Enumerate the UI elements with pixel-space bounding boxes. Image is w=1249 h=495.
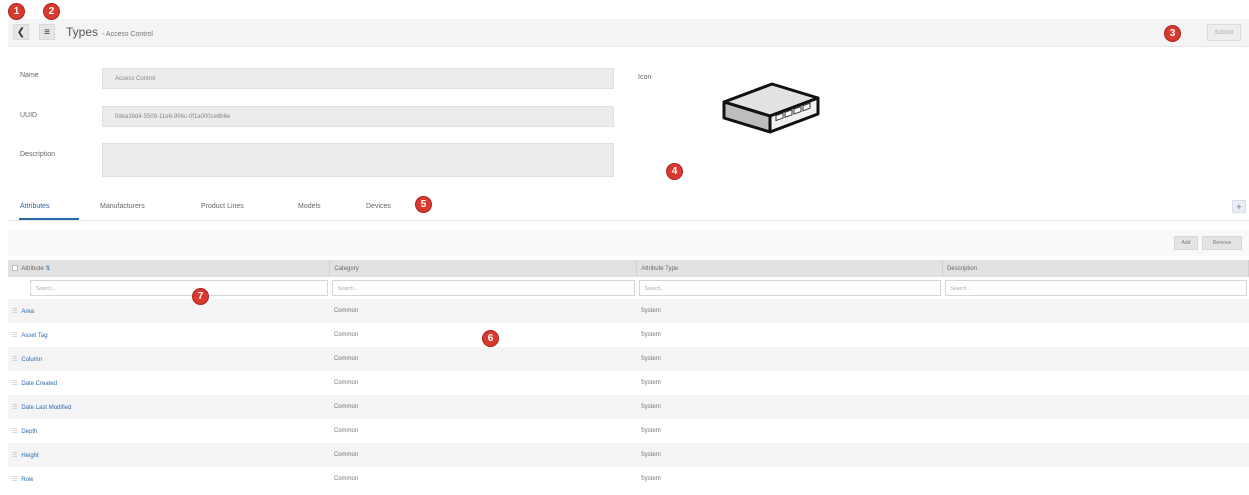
- category-cell: Common: [333, 380, 359, 386]
- description-cell: [943, 467, 1249, 491]
- row-drag-handle-icon[interactable]: ☰: [12, 428, 18, 435]
- tab-attributes[interactable]: Attributes: [20, 203, 50, 210]
- remove-button[interactable]: Remove: [1202, 236, 1242, 250]
- description-search-input[interactable]: Search...: [944, 280, 1247, 296]
- annotation-badge-7: 7: [193, 289, 208, 304]
- attribute-link[interactable]: Date Created: [21, 381, 57, 387]
- description-cell: [943, 371, 1249, 395]
- name-field[interactable]: Access Control: [102, 68, 614, 89]
- table-row[interactable]: ☰ Column Common System: [8, 347, 1249, 371]
- attribute-type-cell: System: [640, 332, 661, 338]
- table-row[interactable]: ☰ Height Common System: [8, 443, 1249, 467]
- column-header-attribute-type[interactable]: Attribute Type: [636, 260, 944, 277]
- uuid-label: UUID: [20, 112, 38, 119]
- icon-label: Icon: [638, 74, 652, 81]
- category-cell: Common: [329, 347, 637, 371]
- row-drag-handle-icon[interactable]: ☰: [12, 356, 18, 363]
- table-row[interactable]: ☰ Asset Tag Common System: [8, 323, 1249, 347]
- description-cell: [942, 443, 1249, 467]
- category-cell: Common: [329, 299, 637, 323]
- category-cell: Common: [333, 476, 359, 482]
- annotation-badge-1: 1: [9, 4, 24, 19]
- back-arrow-icon: ❮: [16, 26, 26, 38]
- back-button[interactable]: ❮: [13, 24, 29, 40]
- table-row[interactable]: ☰ Date Created Common System: [8, 371, 1249, 395]
- add-button[interactable]: Add: [1174, 236, 1198, 250]
- attribute-type-cell: System: [636, 395, 943, 419]
- attribute-link[interactable]: Date Last Modified: [21, 405, 71, 411]
- description-field[interactable]: [102, 143, 614, 177]
- row-drag-handle-icon[interactable]: ☰: [12, 476, 18, 483]
- active-tab-indicator: [19, 218, 79, 220]
- attribute-type-cell: System: [636, 443, 943, 467]
- submit-button[interactable]: Submit: [1207, 24, 1241, 41]
- tab-bar: Attributes Manufacturers Product Lines M…: [8, 193, 1249, 221]
- attribute-link[interactable]: Row: [21, 477, 33, 483]
- name-label: Name: [20, 72, 39, 79]
- category-cell: Common: [333, 428, 359, 434]
- row-drag-handle-icon[interactable]: ☰: [12, 404, 18, 411]
- attribute-type-cell: System: [636, 299, 943, 323]
- table-row[interactable]: ☰ Area Common System: [8, 299, 1249, 323]
- tab-manufacturers[interactable]: Manufacturers: [100, 203, 145, 210]
- row-drag-handle-icon[interactable]: ☰: [12, 308, 18, 315]
- annotation-badge-2: 2: [44, 4, 59, 19]
- tab-devices[interactable]: Devices: [366, 203, 391, 210]
- annotation-badge-4: 4: [667, 164, 682, 179]
- attribute-type-cell: System: [636, 347, 943, 371]
- category-cell: Common: [329, 395, 637, 419]
- expand-button[interactable]: +: [1232, 200, 1246, 213]
- attribute-type-cell: System: [640, 428, 661, 434]
- title-bar: ❮ ≡ Types - Access Control Submit: [8, 19, 1249, 47]
- table-row[interactable]: ☰ Depth Common System: [8, 419, 1249, 443]
- description-label: Description: [20, 151, 56, 158]
- annotation-badge-5: 5: [416, 197, 431, 212]
- attribute-link[interactable]: Asset Tag: [21, 333, 47, 339]
- row-drag-handle-icon[interactable]: ☰: [12, 452, 18, 459]
- table-row[interactable]: ☰ Row Common System: [8, 467, 1249, 491]
- description-cell: [942, 299, 1249, 323]
- tab-product-lines[interactable]: Product Lines: [201, 203, 244, 210]
- annotation-badge-6: 6: [483, 331, 498, 346]
- attribute-link[interactable]: Area: [21, 309, 34, 315]
- annotation-badge-3: 3: [1165, 26, 1180, 41]
- attribute-link[interactable]: Height: [21, 453, 38, 459]
- row-drag-handle-icon[interactable]: ☰: [12, 380, 18, 387]
- column-header-attribute[interactable]: Attribute ⇅: [8, 260, 331, 277]
- device-type-icon: [722, 82, 820, 134]
- column-header-category[interactable]: Category: [329, 260, 638, 277]
- sort-icon[interactable]: ⇅: [45, 266, 50, 272]
- category-search-input[interactable]: Search...: [331, 280, 635, 296]
- attribute-type-cell: System: [640, 476, 661, 482]
- attribute-link[interactable]: Column: [21, 357, 42, 363]
- category-cell: Common: [329, 443, 637, 467]
- grid-toolbar: Add Remove: [8, 230, 1249, 256]
- description-cell: [943, 419, 1249, 443]
- tab-models[interactable]: Models: [298, 203, 321, 210]
- page-title: Types - Access Control: [66, 25, 153, 39]
- attribute-type-search-input[interactable]: Search...: [638, 280, 941, 296]
- row-drag-handle-icon[interactable]: ☰: [12, 332, 18, 339]
- menu-button[interactable]: ≡: [39, 24, 55, 40]
- description-cell: [942, 395, 1249, 419]
- column-header-description[interactable]: Description: [942, 260, 1249, 277]
- menu-icon: ≡: [44, 26, 50, 38]
- table-header-row: Attribute ⇅ Category Attribute Type Desc…: [8, 260, 1249, 277]
- attribute-link[interactable]: Depth: [21, 429, 37, 435]
- select-all-checkbox[interactable]: [12, 265, 18, 272]
- attribute-search-input[interactable]: Search...: [30, 280, 328, 296]
- description-cell: [942, 347, 1249, 371]
- uuid-field[interactable]: 0dea39d4-5509-11e6-996c-0f1a000ce8b6e: [102, 106, 614, 127]
- table-row[interactable]: ☰ Date Last Modified Common System: [8, 395, 1249, 419]
- description-cell: [943, 323, 1249, 347]
- attribute-type-cell: System: [640, 380, 661, 386]
